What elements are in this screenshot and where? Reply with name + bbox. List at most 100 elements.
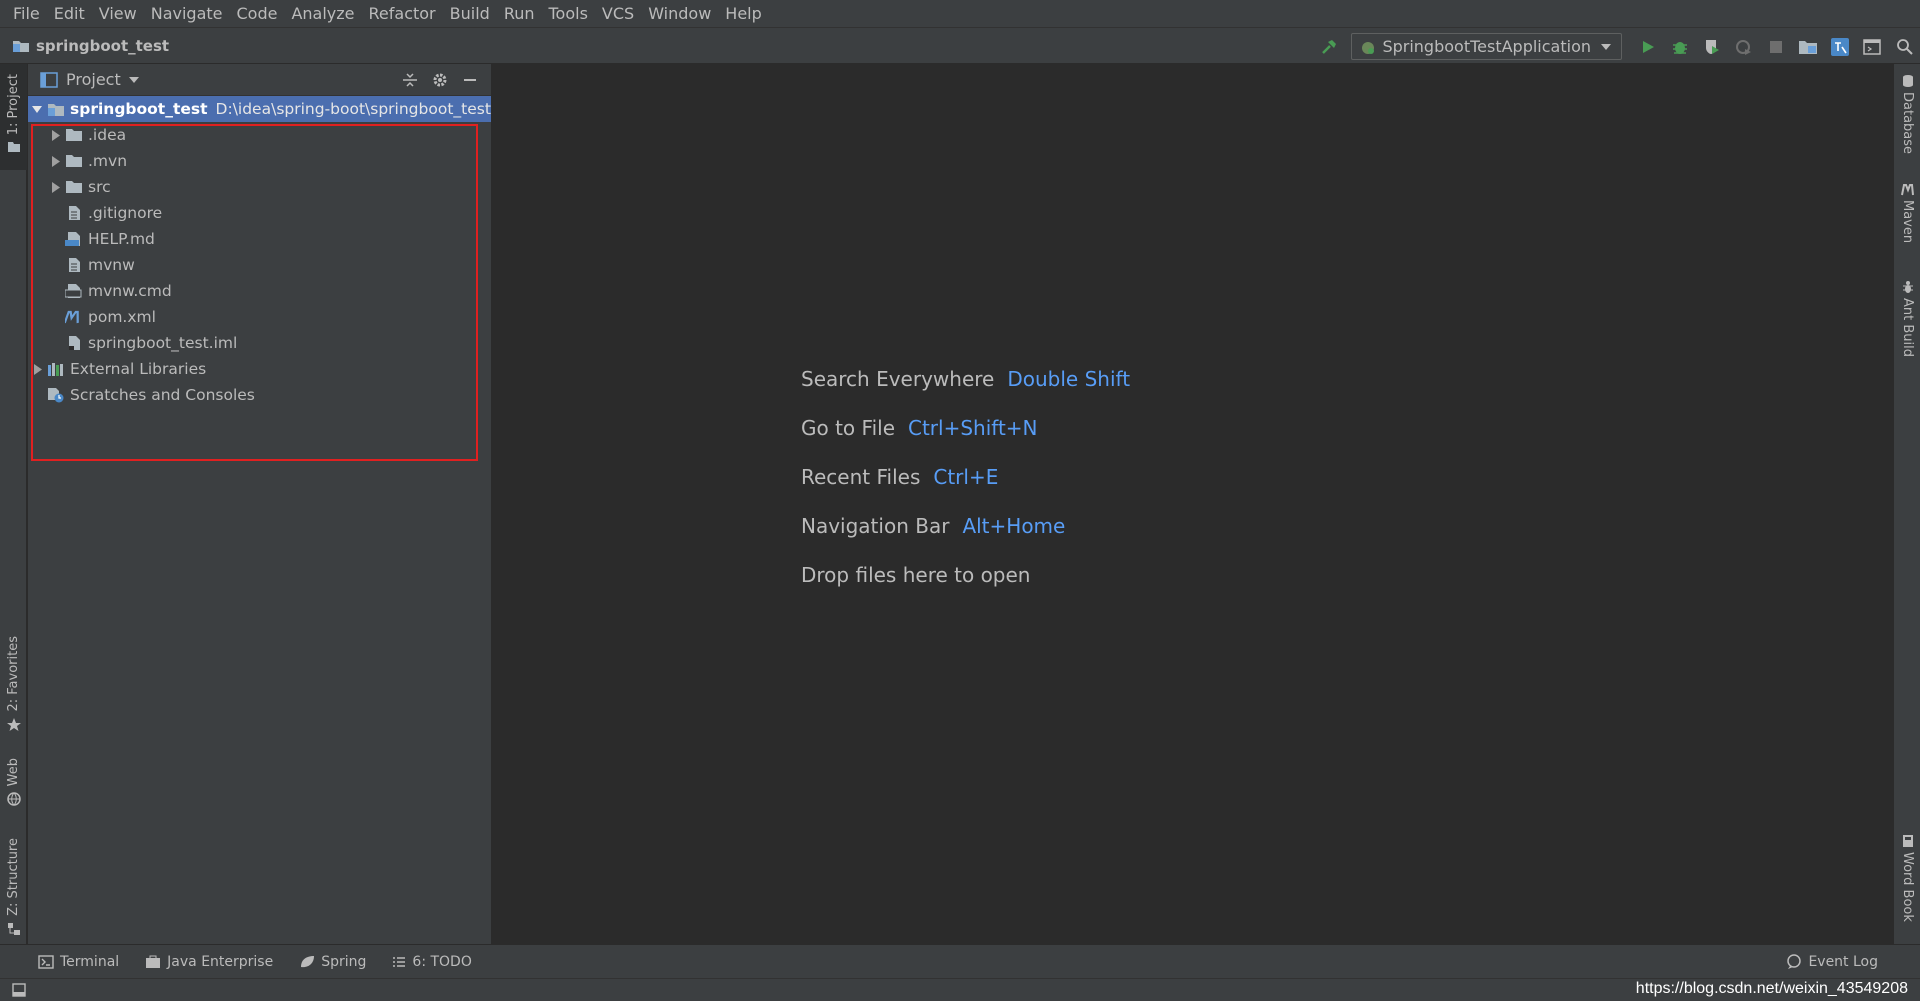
ant-icon	[1902, 281, 1913, 293]
expand-arrow-icon[interactable]	[46, 181, 64, 193]
tree-item-label: Scratches and Consoles	[70, 386, 255, 404]
tool-tab-terminal[interactable]: Terminal	[38, 954, 119, 970]
expand-arrow-icon[interactable]	[46, 155, 64, 167]
tool-tab-event-log[interactable]: Event Log	[1786, 945, 1878, 979]
image-watermark: https://blog.csdn.net/weixin_43549208	[1635, 980, 1908, 997]
tree-item-pom-xml[interactable]: pom.xml	[28, 304, 491, 330]
stop-button[interactable]	[1760, 28, 1792, 65]
menu-analyze[interactable]: Analyze	[284, 0, 361, 27]
collapse-all-button[interactable]	[395, 64, 425, 96]
tool-tab-todo[interactable]: 6: TODO	[392, 954, 472, 970]
tree-item-src[interactable]: src	[28, 174, 491, 200]
tree-item-help-md[interactable]: HELP.md	[28, 226, 491, 252]
breadcrumb-project: springboot_test	[36, 36, 170, 55]
tool-tab-maven-label: Maven	[1900, 200, 1915, 244]
tree-item-label: springboot_test.iml	[88, 334, 238, 352]
expand-arrow-icon[interactable]	[46, 129, 64, 141]
tree-item-mvn[interactable]: .mvn	[28, 148, 491, 174]
search-icon	[1896, 39, 1913, 55]
project-panel-header: Project	[28, 64, 491, 96]
tool-tab-database[interactable]: Database	[1894, 74, 1920, 154]
menu-run[interactable]: Run	[497, 0, 542, 27]
run-button[interactable]	[1632, 28, 1664, 65]
menu-navigate[interactable]: Navigate	[144, 0, 230, 27]
tool-windows-icon	[12, 983, 26, 997]
expand-arrow-icon[interactable]	[28, 104, 46, 114]
menu-tools[interactable]: Tools	[542, 0, 595, 27]
profiler-icon	[1736, 39, 1751, 55]
hint-navigation-bar: Navigation Bar Alt+Home	[801, 501, 1130, 550]
book-icon	[1902, 835, 1913, 847]
menu-view[interactable]: View	[92, 0, 144, 27]
star-icon	[6, 717, 21, 731]
menu-build[interactable]: Build	[443, 0, 497, 27]
text-file-icon	[64, 256, 84, 274]
tree-item-scratches[interactable]: Scratches and Consoles	[28, 382, 491, 408]
hint-label: Navigation Bar	[801, 513, 950, 538]
translate-button[interactable]	[1824, 28, 1856, 65]
hint-search-everywhere: Search Everywhere Double Shift	[801, 354, 1130, 403]
project-structure-button[interactable]	[1792, 28, 1824, 65]
tool-tab-structure[interactable]: Z: Structure	[0, 838, 27, 938]
cmd-file-icon	[64, 282, 84, 300]
menu-vcs[interactable]: VCS	[595, 0, 641, 27]
tree-item-label: .gitignore	[88, 204, 163, 222]
hint-shortcut: Ctrl+Shift+N	[908, 415, 1038, 440]
profile-button[interactable]	[1728, 28, 1760, 65]
tool-tab-java-enterprise[interactable]: Java Enterprise	[145, 954, 273, 970]
tree-item-idea[interactable]: .idea	[28, 122, 491, 148]
menu-file[interactable]: File	[6, 0, 47, 27]
tree-item-external-libraries[interactable]: External Libraries	[28, 356, 491, 382]
menu-refactor[interactable]: Refactor	[362, 0, 443, 27]
project-structure-icon	[1799, 40, 1817, 54]
tree-item-mvnw[interactable]: mvnw	[28, 252, 491, 278]
hint-label: Recent Files	[801, 464, 921, 489]
java-enterprise-icon	[146, 955, 161, 968]
tool-tab-spring[interactable]: Spring	[299, 954, 366, 970]
tool-tab-event-log-label: Event Log	[1808, 954, 1878, 970]
toggle-tool-windows-button[interactable]	[12, 983, 26, 1001]
tool-tab-database-label: Database	[1900, 91, 1915, 154]
menu-help[interactable]: Help	[718, 0, 768, 27]
run-with-coverage-button[interactable]	[1696, 28, 1728, 65]
bug-icon	[1673, 41, 1687, 54]
hint-recent-files: Recent Files Ctrl+E	[801, 452, 1130, 501]
chevron-down-icon	[1601, 43, 1611, 50]
tree-item-iml[interactable]: springboot_test.iml	[28, 330, 491, 356]
editor-empty-area[interactable]: Search Everywhere Double Shift Go to Fil…	[495, 64, 1892, 944]
hide-panel-button[interactable]	[455, 64, 485, 96]
breadcrumb[interactable]: springboot_test	[0, 37, 169, 55]
panel-settings-button[interactable]	[425, 64, 455, 96]
debug-button[interactable]	[1664, 28, 1696, 65]
menu-code[interactable]: Code	[230, 0, 285, 27]
text-file-icon	[64, 204, 84, 222]
tree-item-mvnw-cmd[interactable]: mvnw.cmd	[28, 278, 491, 304]
tool-tab-ant-build[interactable]: Ant Build	[1894, 280, 1920, 370]
expand-arrow-icon[interactable]	[28, 363, 46, 375]
search-everywhere-button[interactable]	[1888, 28, 1920, 65]
gear-icon	[433, 73, 447, 87]
build-button[interactable]	[1313, 28, 1345, 65]
tool-tab-wordbook-label: Word Book	[1900, 852, 1915, 922]
event-log-icon	[1787, 954, 1802, 969]
run-configuration-select[interactable]: SpringbootTestApplication	[1351, 33, 1622, 60]
menu-edit[interactable]: Edit	[47, 0, 92, 27]
tool-tab-terminal-label: Terminal	[60, 953, 120, 970]
tool-tab-project[interactable]: 1: Project	[0, 64, 27, 170]
menu-window[interactable]: Window	[641, 0, 718, 27]
chevron-down-icon[interactable]	[128, 76, 139, 84]
tool-tab-web[interactable]: Web	[0, 758, 27, 824]
tree-item-label: mvnw	[88, 256, 135, 274]
tool-tab-ant-label: Ant Build	[1900, 298, 1915, 357]
tool-tab-maven[interactable]: Maven	[1894, 184, 1920, 254]
project-view-selector[interactable]: Project	[66, 70, 121, 89]
main-toolbar: SpringbootTestApplication	[1313, 28, 1920, 65]
tree-root-row[interactable]: springboot_test D:\idea\spring-boot\spri…	[28, 96, 491, 122]
tool-tab-word-book[interactable]: Word Book	[1894, 834, 1920, 934]
tree-item-label: External Libraries	[70, 360, 207, 378]
presentation-mode-button[interactable]	[1856, 28, 1888, 65]
tree-item-gitignore[interactable]: .gitignore	[28, 200, 491, 226]
tool-tab-favorites[interactable]: 2: Favorites	[0, 636, 27, 736]
hint-go-to-file: Go to File Ctrl+Shift+N	[801, 403, 1130, 452]
project-tree: springboot_test D:\idea\spring-boot\spri…	[28, 96, 491, 461]
